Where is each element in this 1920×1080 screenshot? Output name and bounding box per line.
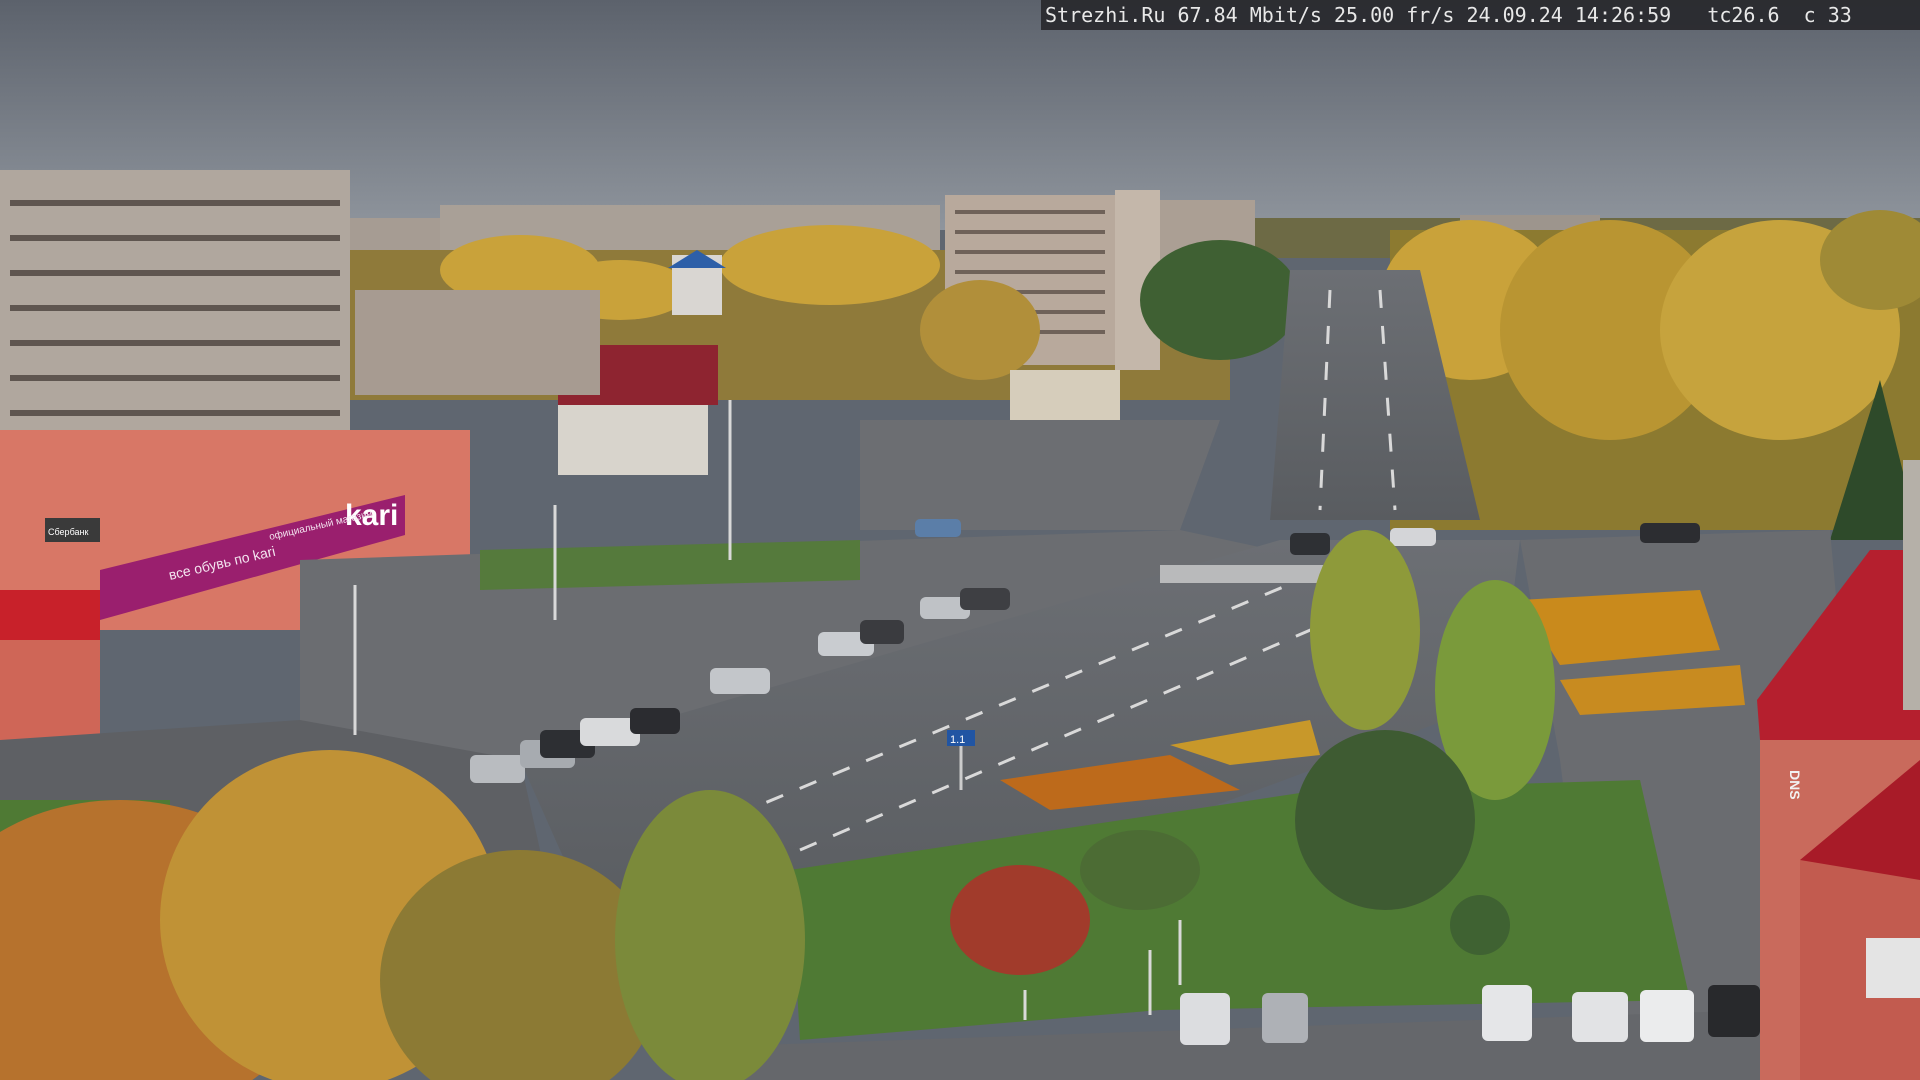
small-pavilion <box>1010 370 1120 420</box>
osd-bitrate: 67.84 Mbit/s <box>1177 3 1322 27</box>
webcam-view: kari все обувь по kari официальный магаз… <box>0 0 1920 1080</box>
osd-site: Strezhi.Ru <box>1045 3 1166 27</box>
osd-date: 24.09.24 <box>1466 3 1563 27</box>
street-scene: kari все обувь по kari официальный магаз… <box>0 0 1920 1080</box>
osd-time: 14:26:59 <box>1574 3 1672 27</box>
road-sign-text: 1.1 <box>950 734 965 746</box>
dns-sign: DNS <box>1787 770 1803 800</box>
osd-channel: c 33 <box>1803 3 1852 27</box>
mid-building <box>355 290 600 395</box>
osd-framerate: 25.00 fr/s <box>1334 3 1455 27</box>
upper-plaza <box>860 420 1220 530</box>
bank-sign: Сбербанк <box>48 527 88 537</box>
camera-osd-overlay: Strezhi.Ru 67.84 Mbit/s 25.00 fr/s 24.09… <box>1041 0 1920 30</box>
osd-temperature: tc26.6 <box>1707 3 1780 27</box>
center-green-trees <box>1140 240 1300 360</box>
